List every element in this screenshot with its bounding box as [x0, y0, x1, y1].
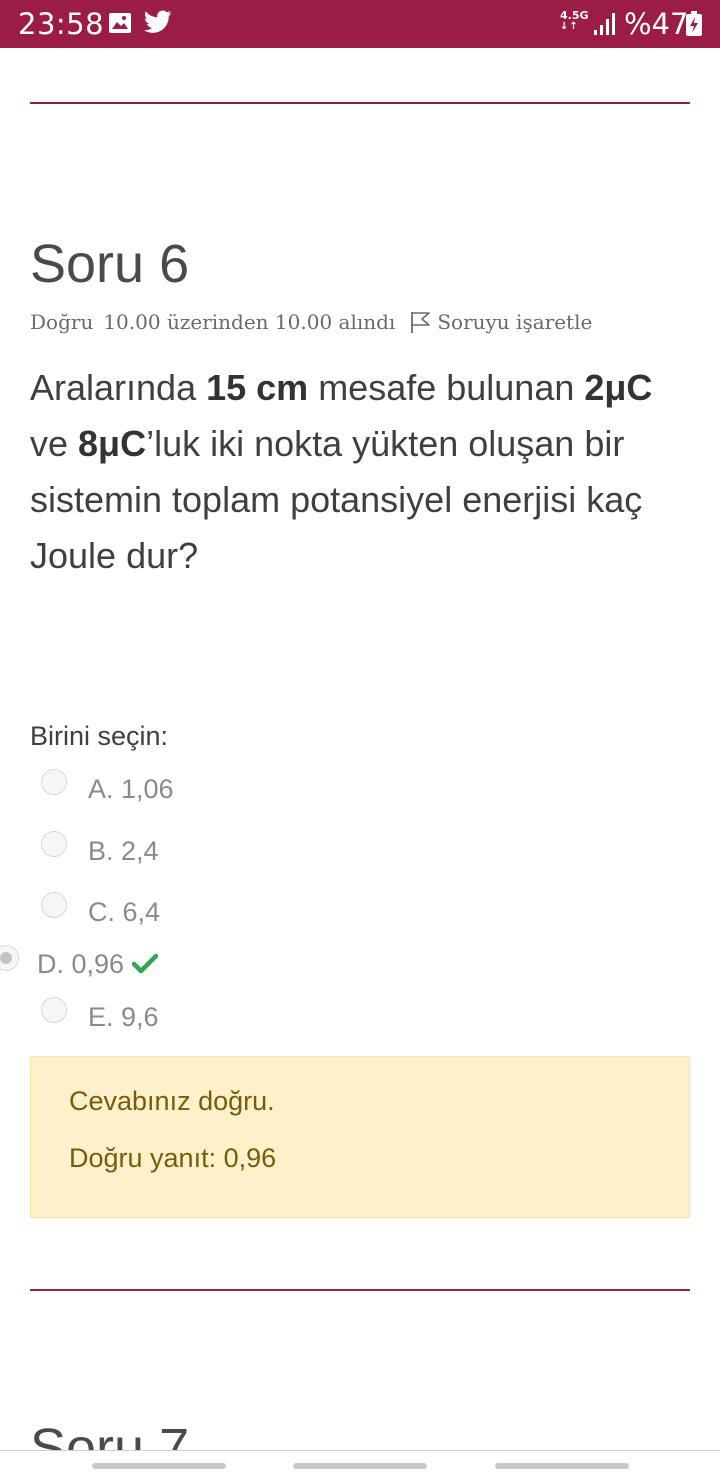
question-text: Aralarında 15 cm mesafe bulunan 2μC ve 8… [30, 360, 700, 584]
status-bar: 23:58 4.5G ↓↑ %47 [0, 0, 720, 48]
twitter-icon [144, 10, 172, 33]
option-e-radio[interactable] [41, 997, 67, 1023]
top-divider [30, 102, 690, 104]
question-text-part: Aralarında [30, 367, 207, 408]
option-a-radio[interactable] [41, 769, 67, 795]
feedback-correct-answer: Doğru yanıt: 0,96 [69, 1143, 277, 1173]
image-icon [109, 13, 131, 33]
question-status: Doğru [30, 310, 94, 334]
nav-pill-center [293, 1463, 427, 1469]
option-c-radio[interactable] [41, 892, 67, 918]
question-info: Doğru 10.00 üzerinden 10.00 alındı Soruyu… [30, 308, 592, 336]
option-a-label[interactable]: A. 1,06 [88, 771, 174, 807]
option-d-label: D. 0,96 [37, 949, 125, 979]
option-b-label[interactable]: B. 2,4 [88, 833, 159, 869]
battery-charging-icon [686, 11, 702, 36]
choose-prompt: Birini seçin: [30, 721, 169, 751]
flag-question-link[interactable]: Soruyu işaretle [437, 310, 592, 334]
question-text-bold: 8μC [78, 423, 147, 464]
option-d[interactable]: D. 0,96 [37, 946, 159, 982]
question-divider [30, 1289, 690, 1291]
network-arrows: ↓↑ [560, 21, 579, 32]
next-question-title: Soru 7 [30, 1418, 190, 1450]
nav-pill-right [495, 1463, 629, 1469]
bottom-scroll-bar [0, 1450, 720, 1481]
question-text-bold: 15 cm [206, 367, 309, 408]
option-d-radio[interactable] [0, 945, 19, 971]
option-c-label[interactable]: C. 6,4 [88, 894, 160, 930]
check-icon [132, 953, 159, 974]
feedback-box: Cevabınız doğru. Doğru yanıt: 0,96 [30, 1056, 690, 1218]
question-text-bold: 2μC [584, 367, 653, 408]
feedback-result: Cevabınız doğru. [69, 1086, 275, 1116]
battery-percentage: %47 [624, 7, 689, 41]
option-e-label[interactable]: E. 9,6 [88, 999, 159, 1035]
status-time: 23:58 [18, 7, 105, 41]
option-b-radio[interactable] [41, 831, 67, 857]
network-indicator: 4.5G ↓↑ [560, 10, 589, 32]
question-title: Soru 6 [30, 234, 190, 294]
question-text-part: mesafe bulunan [308, 367, 585, 408]
nav-pill-left [92, 1463, 226, 1469]
question-grade: 10.00 üzerinden 10.00 alındı [103, 310, 396, 334]
question-text-part: ve [30, 423, 79, 464]
signal-icon [594, 13, 615, 35]
flag-icon[interactable] [409, 310, 431, 334]
